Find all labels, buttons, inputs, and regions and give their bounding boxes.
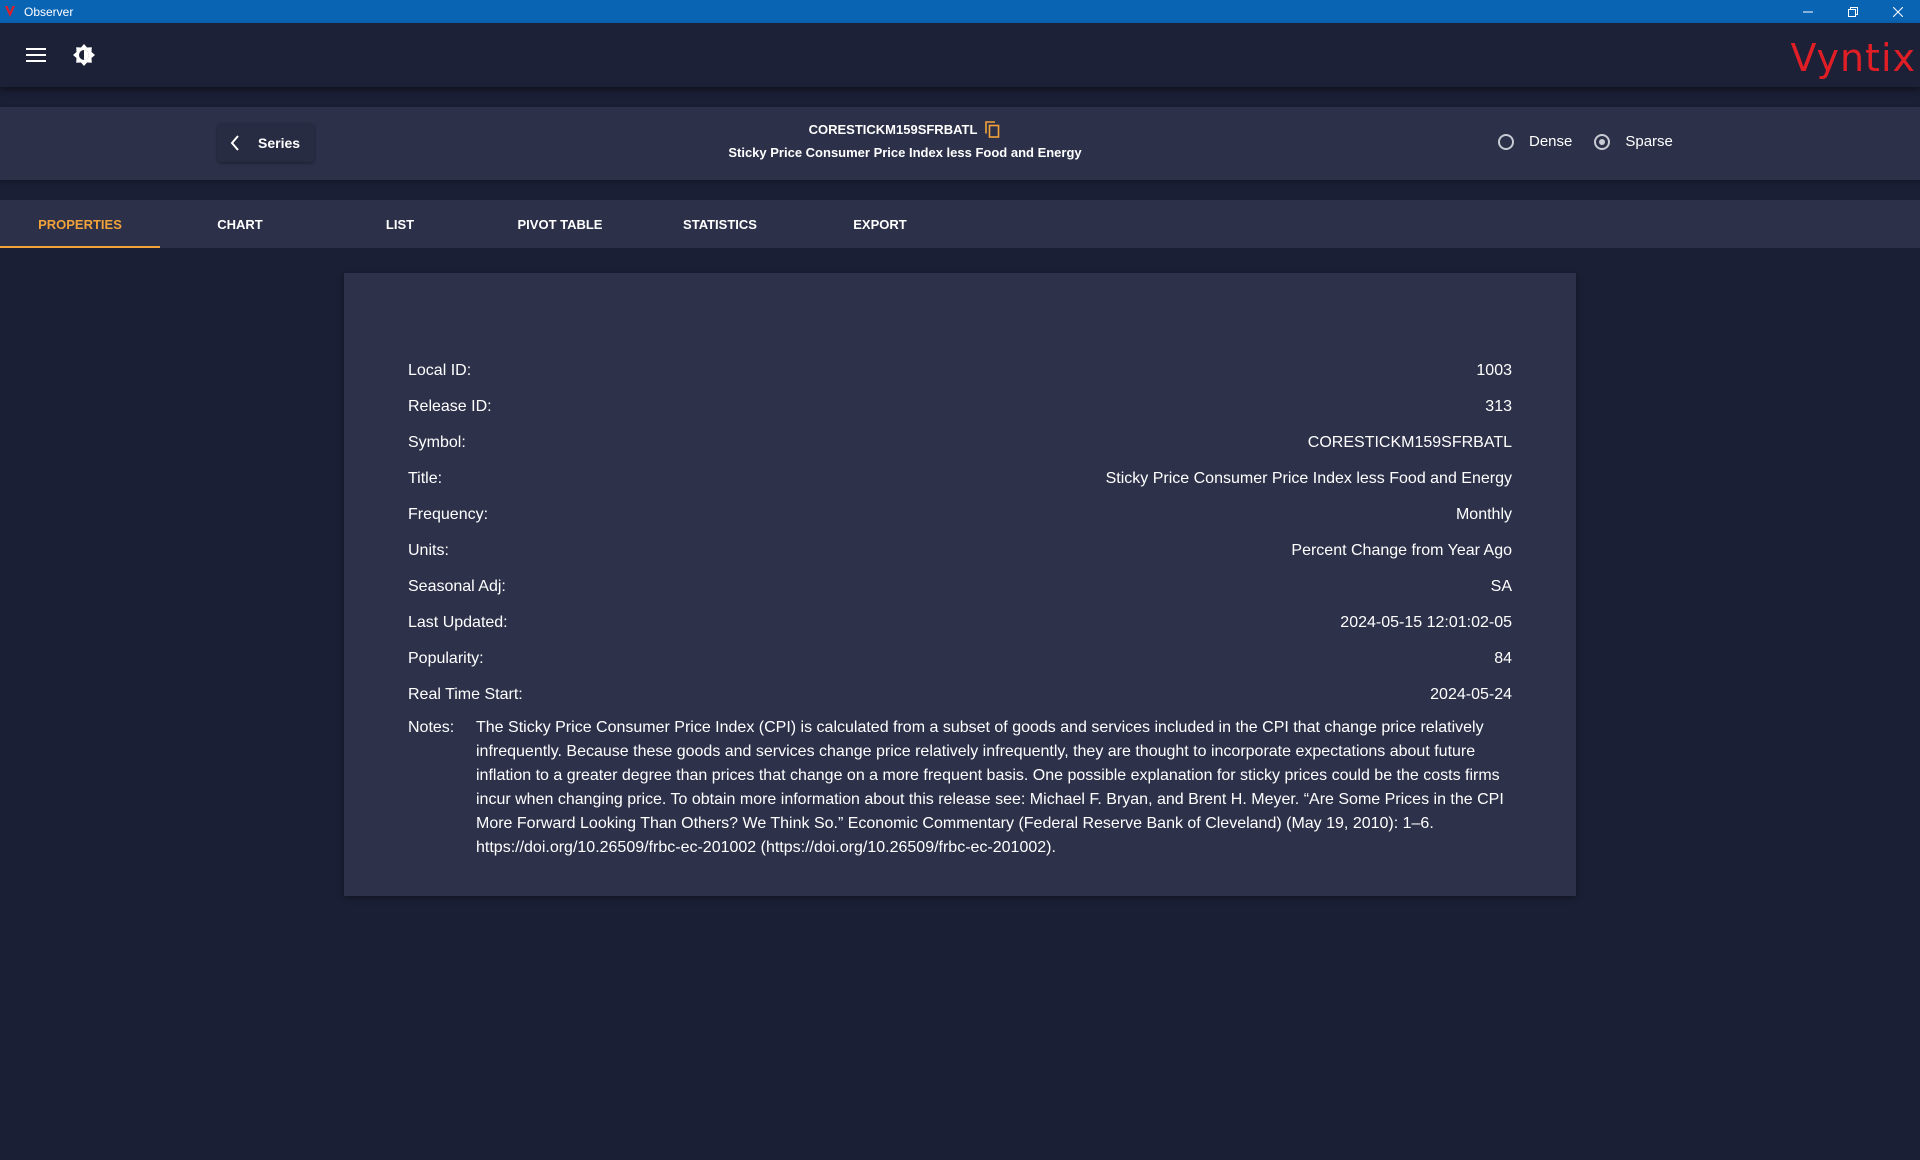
property-label: Seasonal Adj:	[408, 578, 506, 595]
property-label: Popularity:	[408, 650, 484, 667]
property-label: Units:	[408, 542, 449, 559]
theme-toggle-icon[interactable]	[70, 42, 98, 68]
sparse-radio-circle[interactable]	[1594, 133, 1611, 150]
dense-radio-label: Dense	[1529, 133, 1573, 150]
tab-chart[interactable]: CHART	[160, 200, 320, 248]
property-value: 1003	[1476, 362, 1512, 379]
property-row-notes: Notes: The Sticky Price Consumer Price I…	[408, 716, 1512, 860]
property-label: Symbol:	[408, 434, 466, 451]
chevron-left-icon	[230, 135, 244, 151]
property-row-seasonal-adj: Seasonal Adj: SA	[408, 569, 1512, 605]
property-label: Last Updated:	[408, 614, 508, 631]
notes-text: The Sticky Price Consumer Price Index (C…	[476, 719, 1504, 856]
series-symbol: CORESTICKM159SFRBATL	[808, 121, 978, 137]
app-bar: Vyntix	[0, 23, 1920, 87]
close-icon[interactable]	[1875, 0, 1920, 23]
property-value: SA	[1490, 578, 1512, 595]
property-row-frequency: Frequency: Monthly	[408, 497, 1512, 533]
properties-list: Local ID: 1003 Release ID: 313 Symbol: C…	[408, 353, 1512, 860]
property-value: Percent Change from Year Ago	[1291, 542, 1512, 559]
tab-properties[interactable]: PROPERTIES	[0, 200, 160, 248]
back-button-label: Series	[258, 135, 301, 151]
property-label: Title:	[408, 470, 443, 487]
minimize-icon[interactable]	[1785, 0, 1830, 23]
window-titlebar: Observer	[0, 0, 1920, 23]
property-value: 84	[1494, 650, 1512, 667]
tab-list[interactable]: LIST	[320, 200, 480, 248]
property-value: 2024-05-24	[1430, 686, 1512, 703]
property-value: Monthly	[1455, 506, 1512, 523]
property-value: Sticky Price Consumer Price Index less F…	[1105, 470, 1512, 487]
copy-icon[interactable]	[985, 120, 1001, 138]
properties-card: Local ID: 1003 Release ID: 313 Symbol: C…	[344, 273, 1576, 896]
property-label: Real Time Start:	[408, 686, 523, 703]
hamburger-menu-icon[interactable]	[22, 43, 50, 67]
property-label: Frequency:	[408, 506, 489, 523]
property-value: CORESTICKM159SFRBATL	[1307, 434, 1512, 451]
sparse-radio-label: Sparse	[1625, 133, 1673, 150]
property-value: 313	[1485, 398, 1512, 415]
app-logo-icon	[4, 5, 18, 19]
back-to-series-button[interactable]: Series	[218, 124, 314, 162]
dense-radio-circle[interactable]	[1498, 133, 1514, 150]
property-label: Release ID:	[408, 398, 492, 415]
tab-export[interactable]: EXPORT	[800, 200, 960, 248]
window-title: Observer	[24, 4, 74, 19]
property-row-title: Title: Sticky Price Consumer Price Index…	[408, 461, 1512, 497]
series-identity: CORESTICKM159SFRBATL Sticky Price Consum…	[640, 119, 1170, 160]
property-row-units: Units: Percent Change from Year Ago	[408, 533, 1512, 569]
tab-bar: PROPERTIES CHART LIST PIVOT TABLE STATIS…	[0, 200, 1920, 248]
property-row-real-time-start: Real Time Start: 2024-05-24	[408, 677, 1512, 713]
notes-label: Notes:	[408, 719, 455, 736]
property-row-local-id: Local ID: 1003	[408, 353, 1512, 389]
property-row-popularity: Popularity: 84	[408, 641, 1512, 677]
property-row-release-id: Release ID: 313	[408, 389, 1512, 425]
restore-icon[interactable]	[1830, 0, 1875, 23]
series-header: Series CORESTICKM159SFRBATL Sticky Price…	[0, 107, 1920, 180]
brand-logo: Vyntix	[1790, 36, 1916, 80]
property-row-last-updated: Last Updated: 2024-05-15 12:01:02-05	[408, 605, 1512, 641]
density-radio-group: Dense Sparse	[1498, 133, 1695, 150]
property-row-symbol: Symbol: CORESTICKM159SFRBATL	[408, 425, 1512, 461]
dense-radio[interactable]: Dense	[1498, 133, 1572, 150]
window-controls	[1785, 0, 1920, 23]
series-title: Sticky Price Consumer Price Index less F…	[728, 145, 1082, 160]
tab-pivot-table[interactable]: PIVOT TABLE	[480, 200, 640, 248]
property-value: 2024-05-15 12:01:02-05	[1340, 614, 1512, 631]
sparse-radio[interactable]: Sparse	[1594, 133, 1673, 150]
property-label: Local ID:	[408, 362, 472, 379]
tab-statistics[interactable]: STATISTICS	[640, 200, 800, 248]
